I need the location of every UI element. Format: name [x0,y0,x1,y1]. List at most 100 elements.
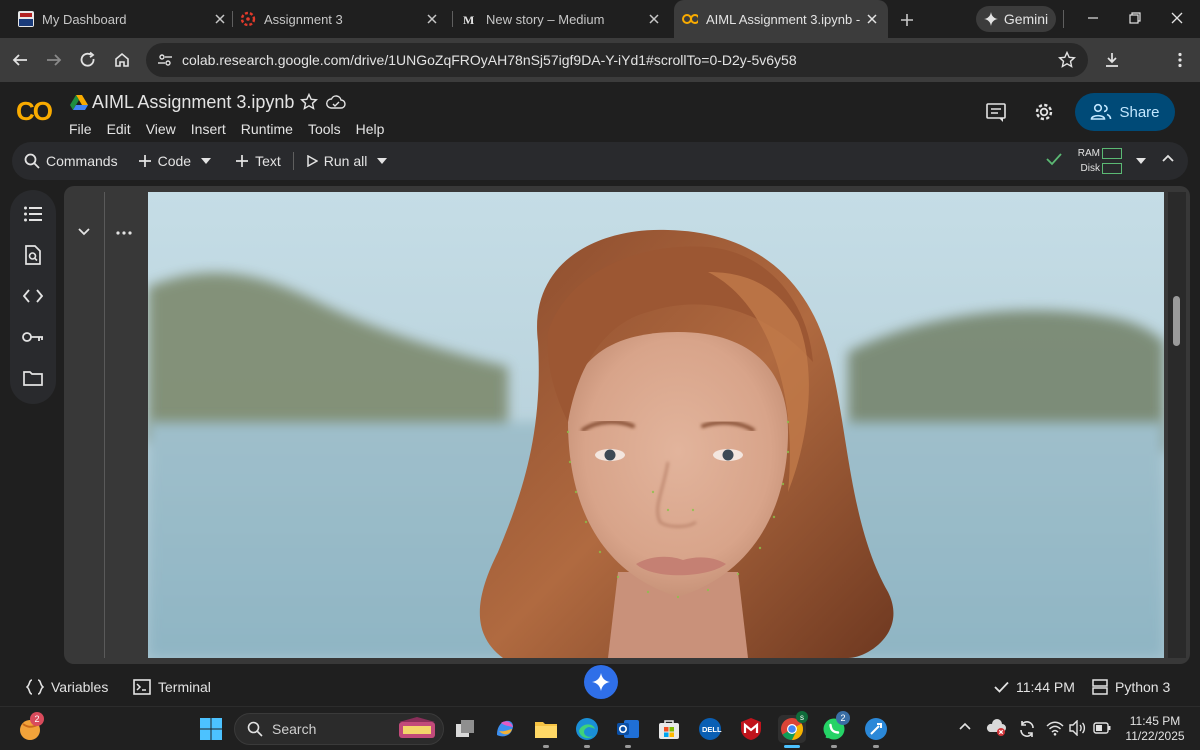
close-tab-icon[interactable] [424,11,440,27]
taskbar-search-box[interactable]: Search [234,713,444,745]
microsoft-store-icon[interactable] [655,715,683,743]
comment-icon[interactable] [985,101,1007,123]
text-label: Text [255,153,281,169]
tab-colab-notebook[interactable]: AIML Assignment 3.ipynb - Col [674,0,888,38]
search-placeholder: Search [272,721,317,737]
home-icon[interactable] [110,48,134,72]
ram-usage-bar [1102,148,1122,159]
notebook-title[interactable]: AIML Assignment 3.ipynb [92,92,294,113]
code-options-dropdown[interactable] [201,145,225,177]
code-snippets-icon[interactable] [21,284,45,308]
play-icon [307,155,318,167]
commands-button[interactable]: Commands [14,145,128,177]
edge-browser-icon[interactable] [573,715,601,743]
share-button[interactable]: Share [1075,93,1175,131]
star-icon[interactable] [300,93,318,111]
scrollbar-thumb[interactable] [1173,296,1180,346]
browser-menu-icon[interactable] [1168,48,1192,72]
back-arrow-icon[interactable] [8,48,32,72]
google-drive-icon[interactable] [70,94,88,110]
gemini-button[interactable]: Gemini [976,6,1056,32]
sync-icon[interactable] [1017,719,1037,739]
colab-header: CO AIML Assignment 3.ipynb File Edit Vie… [0,82,1200,142]
menu-view[interactable]: View [146,121,176,137]
terminal-button[interactable]: Terminal [133,679,211,695]
volume-icon[interactable] [1069,720,1087,736]
site-settings-icon[interactable] [156,51,174,69]
colab-logo[interactable]: CO [16,96,53,127]
whatsapp-icon[interactable]: 2 [820,711,850,743]
variables-button[interactable]: Variables [26,679,108,695]
minimize-window-icon[interactable] [1086,11,1100,25]
weather-widget-icon[interactable]: 2 [16,712,44,743]
notebook-scrollbar[interactable] [1168,192,1186,658]
tab-title: AIML Assignment 3.ipynb - Col [706,11,864,27]
reload-icon[interactable] [76,48,100,72]
resources-dropdown-icon[interactable] [1136,158,1146,164]
find-replace-icon[interactable] [21,243,45,267]
bookmark-star-icon[interactable] [1058,51,1076,69]
close-tab-icon[interactable] [212,11,228,27]
collapse-cell-chevron-icon[interactable] [78,228,90,236]
runtime-type-button[interactable]: Python 3 [1092,679,1170,695]
battery-icon[interactable] [1093,722,1111,734]
secrets-key-icon[interactable] [21,325,45,349]
task-view-icon[interactable] [451,715,479,743]
mcafee-icon[interactable] [737,715,765,743]
copilot-icon[interactable] [491,715,519,743]
search-icon [24,153,40,169]
file-explorer-icon[interactable] [532,715,560,743]
menu-help[interactable]: Help [356,121,385,137]
run-all-button[interactable]: Run all [296,145,378,177]
tab-medium[interactable]: M New story – Medium [462,0,662,38]
last-run-status[interactable]: 11:44 PM [994,679,1075,695]
plus-icon [138,155,151,167]
table-of-contents-icon[interactable] [21,202,45,226]
settings-gear-icon[interactable] [1033,101,1055,123]
restore-window-icon[interactable] [1128,11,1142,25]
address-bar[interactable]: colab.research.google.com/drive/1UNGoZqF… [146,43,1088,77]
runtime-label: Python 3 [1115,679,1171,695]
last-run-time: 11:44 PM [1016,679,1075,695]
url-text: colab.research.google.com/drive/1UNGoZqF… [182,52,797,68]
share-label: Share [1119,103,1160,121]
chrome-icon[interactable]: s [778,711,808,743]
menu-file[interactable]: File [69,121,92,137]
cell-more-options-icon[interactable] [116,231,132,235]
medium-logo-icon: M [462,11,478,27]
resource-labels[interactable]: RAM Disk [1070,146,1100,176]
menu-insert[interactable]: Insert [191,121,226,137]
onedrive-error-icon[interactable] [986,719,1008,737]
download-icon[interactable] [1100,48,1124,72]
close-tab-icon[interactable] [864,11,880,27]
close-window-icon[interactable] [1170,11,1184,25]
system-clock[interactable]: 11:45 PM 11/22/2025 [1116,714,1194,744]
files-folder-icon[interactable] [21,366,45,390]
menu-bar: File Edit View Insert Runtime Tools Help [69,121,399,137]
menu-tools[interactable]: Tools [308,121,341,137]
add-text-button[interactable]: Text [225,145,291,177]
menu-edit[interactable]: Edit [107,121,131,137]
wifi-icon[interactable] [1046,720,1064,736]
disk-usage-bar [1102,163,1122,174]
start-windows-icon[interactable] [197,715,225,743]
forward-arrow-icon[interactable] [42,48,66,72]
add-code-button[interactable]: Code [128,145,201,177]
outlook-icon[interactable] [614,715,642,743]
quick-assist-icon[interactable] [862,715,890,743]
close-tab-icon[interactable] [646,11,662,27]
show-hidden-icons-chevron[interactable] [959,722,971,730]
run-options-dropdown[interactable] [377,145,397,177]
collapse-toolbar-icon[interactable] [1162,154,1174,162]
tab-my-dashboard[interactable]: My Dashboard [18,0,228,38]
cloud-saved-icon[interactable] [326,94,346,110]
caret-down-icon [377,158,388,164]
tab-assignment-3[interactable]: Assignment 3 [240,0,440,38]
new-tab-button[interactable] [898,11,916,29]
menu-runtime[interactable]: Runtime [241,121,293,137]
canvas-logo-icon [240,11,256,27]
whatsapp-badge: 2 [836,711,850,725]
dell-icon[interactable]: DELL [696,715,724,743]
gemini-assist-button[interactable] [584,665,618,699]
windows-taskbar: 2 Search DELL s 2 11:45 PM 11/22/2025 [0,706,1200,750]
